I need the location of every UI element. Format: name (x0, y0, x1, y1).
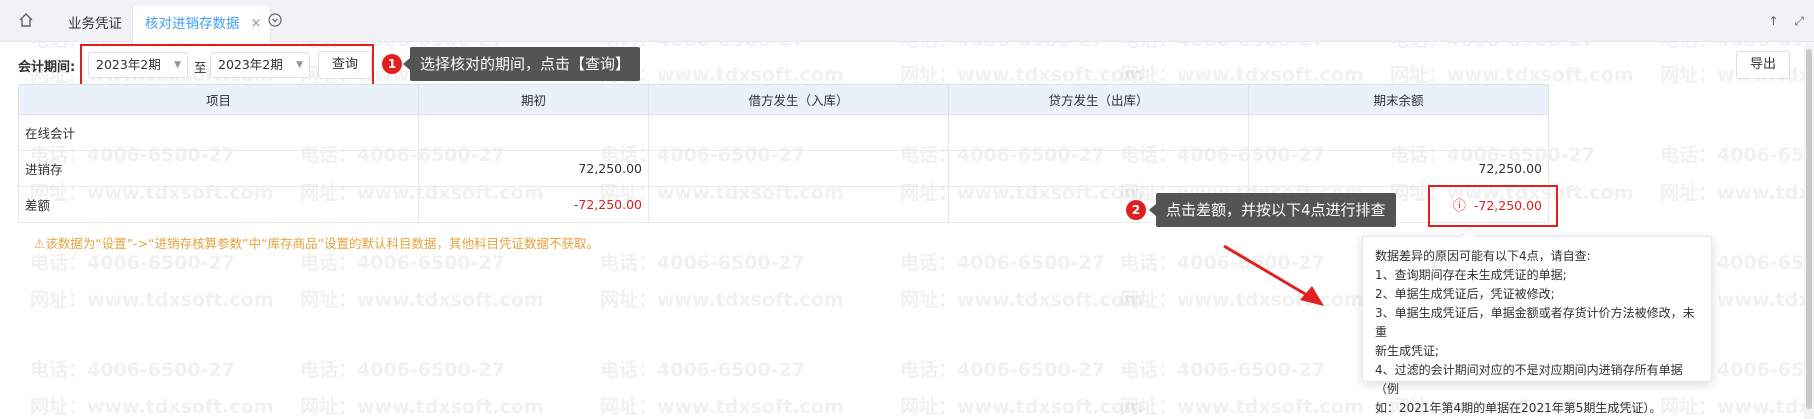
tab-label: 核对进销存数据 (145, 16, 240, 32)
cell-credit (948, 150, 1249, 187)
watermark-text: 电话：4006-6500-27 (600, 359, 805, 381)
header-credit: 贷方发生（出库） (948, 84, 1249, 115)
cell-debit (648, 114, 949, 151)
watermark-text: 电话：4006-6500-27 (300, 359, 505, 381)
table-row: 在线会计 (18, 114, 1549, 151)
popover-line: 数据差异的原因可能有以下4点，请自查: (1375, 249, 1591, 263)
tab-bar: 业务凭证 核对进销存数据 × ↑ ⤢ (0, 0, 1814, 43)
watermark-text: 网址：www.tdxsoft.com (300, 396, 544, 418)
table-row: 进销存 72,250.00 72,250.00 (18, 150, 1549, 187)
cell-item: 在线会计 (18, 114, 419, 151)
watermark-text: 网址：www.tdxsoft.com (1120, 64, 1364, 86)
cell-ending (1248, 114, 1549, 151)
cell-debit (648, 150, 949, 187)
watermark-text: 网址：www.tdxsoft.com (1120, 396, 1364, 418)
more-icon[interactable] (268, 13, 284, 29)
watermark-text: 电话：4006-6500-27 (300, 252, 505, 274)
tab-check-inventory[interactable]: 核对进销存数据 × (132, 6, 271, 43)
period-label: 会计期间: (18, 60, 76, 75)
header-debit: 借方发生（入库） (648, 84, 949, 115)
watermark-text: 电话：4006-6500-27 (900, 359, 1105, 381)
popover-line: 3、单据生成凭证后，单据金额或者存货计价方法被修改，未重 (1375, 306, 1695, 339)
watermark-text: 网址：www.tdxsoft.com (30, 289, 274, 311)
cell-credit (948, 114, 1249, 151)
cell-opening-difference[interactable]: -72,250.00 (418, 186, 649, 223)
watermark-text: 网址：www.tdxsoft.com (900, 396, 1144, 418)
cell-item: 进销存 (18, 150, 419, 187)
callout-step-1: 选择核对的期间，点击【查询】 (402, 47, 641, 81)
cell-opening (418, 114, 649, 151)
highlight-box-difference (1428, 185, 1558, 227)
popover-line: 如：2021年第4期的单据在2021年第5期生成凭证）。 (1375, 401, 1662, 415)
popover-line: 4、过滤的会计期间对应的不是对应期间内进销存所有单据（例 (1375, 363, 1683, 396)
watermark-text: 电话：4006-6500-27 (30, 252, 235, 274)
cell-debit (648, 186, 949, 223)
watermark-text: 网址：www.tdxsoft.com (1390, 64, 1634, 86)
export-button[interactable]: 导出 (1736, 51, 1790, 79)
watermark-text: 电话：4006-6500-27 (30, 359, 235, 381)
callout-step-2: 点击差额，并按以下4点进行排查 (1149, 193, 1396, 227)
home-icon[interactable] (18, 12, 38, 32)
cell-item: 差额 (18, 186, 419, 223)
watermark-text: 网址：www.tdxsoft.com (1660, 182, 1814, 204)
watermark-text: 网址：www.tdxsoft.com (900, 64, 1144, 86)
popover-line: 新生成凭证; (1375, 344, 1440, 358)
table-header-row: 项目 期初 借方发生（入库） 贷方发生（出库） 期末余额 (18, 84, 1549, 115)
close-icon[interactable]: × (251, 6, 262, 42)
step-badge-1: 1 (382, 54, 402, 74)
header-opening: 期初 (418, 84, 649, 115)
window-controls[interactable]: ↑ ⤢ (1769, 14, 1810, 29)
watermark-text: 网址：www.tdxsoft.com (600, 289, 844, 311)
popover-line: 2、单据生成凭证后，凭证被修改; (1375, 287, 1555, 301)
watermark-text: 网址：www.tdxsoft.com (900, 289, 1144, 311)
watermark-text: 网址：www.tdxsoft.com (600, 396, 844, 418)
warning-note: ⚠该数据为“设置”->“进销存核算参数”中“库存商品”设置的默认科目数据，其他科… (34, 236, 600, 251)
cell-ending: 72,250.00 (1248, 150, 1549, 187)
tab-business-voucher[interactable]: 业务凭证 (56, 6, 134, 42)
header-ending: 期末余额 (1248, 84, 1549, 115)
popover-line: 1、查询期间存在未生成凭证的单据; (1375, 268, 1567, 282)
watermark-text: 网址：www.tdxsoft.com (300, 289, 544, 311)
watermark-text: 网址：www.tdxsoft.com (30, 396, 274, 418)
watermark-text: 电话：4006-6500-27 (900, 252, 1105, 274)
cell-opening: 72,250.00 (418, 150, 649, 187)
tab-label: 业务凭证 (68, 16, 122, 32)
vertical-scrollbar[interactable] (1804, 43, 1814, 419)
arrow-icon (1223, 244, 1324, 306)
header-item: 项目 (18, 84, 419, 115)
difference-reasons-popover: 数据差异的原因可能有以下4点，请自查: 1、查询期间存在未生成凭证的单据; 2、… (1362, 236, 1712, 415)
watermark-text: 电话：4006-6500-27 (1120, 359, 1325, 381)
step-badge-2: 2 (1126, 200, 1146, 220)
watermark-text: 电话：4006-6500-27 (1660, 144, 1814, 166)
scrollbar-thumb[interactable] (1806, 49, 1812, 409)
watermark-text: 电话：4006-6500-27 (600, 252, 805, 274)
